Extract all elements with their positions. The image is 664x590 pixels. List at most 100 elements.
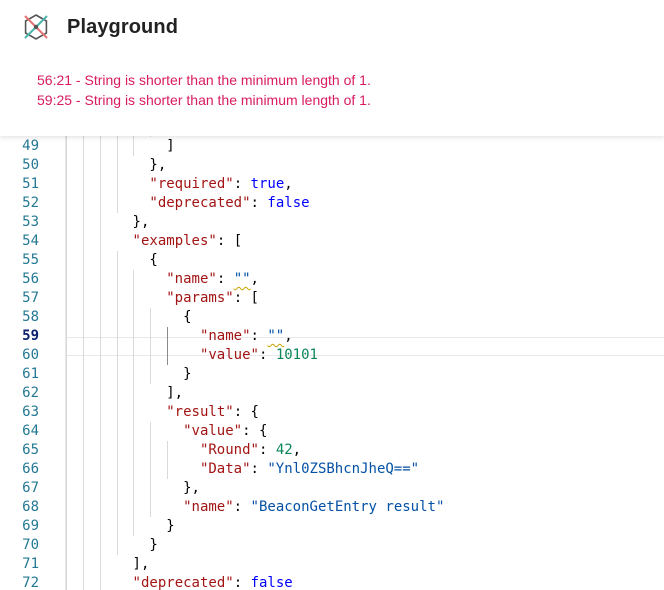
code-line[interactable]: 56 "name": "", bbox=[0, 270, 664, 289]
code-line[interactable]: 69} bbox=[0, 517, 664, 536]
code-line[interactable]: 62], bbox=[0, 384, 664, 403]
code-token: { bbox=[149, 252, 158, 268]
code-token: : bbox=[233, 575, 251, 590]
line-number: 52 bbox=[22, 195, 39, 211]
code-line[interactable]: 57 "params": [ bbox=[0, 289, 664, 308]
code-text[interactable]: } bbox=[149, 536, 157, 555]
code-lines[interactable]: 4748"object"49]50},51"required": true,52… bbox=[0, 110, 664, 590]
code-token: "name" bbox=[183, 499, 234, 515]
code-line[interactable]: 70} bbox=[0, 536, 664, 555]
code-token: : { bbox=[242, 423, 268, 439]
code-token: true bbox=[250, 176, 285, 192]
code-line[interactable]: 55 { bbox=[0, 251, 664, 270]
code-token: : [ bbox=[233, 290, 259, 306]
line-number: 54 bbox=[22, 233, 39, 249]
line-number: 64 bbox=[22, 423, 39, 439]
code-text[interactable]: ], bbox=[133, 555, 150, 574]
code-text[interactable]: "value": 10101 bbox=[200, 346, 318, 365]
line-number: 63 bbox=[22, 404, 39, 420]
code-token: } bbox=[166, 518, 175, 534]
code-text[interactable]: "required": true, bbox=[149, 175, 292, 194]
line-number: 51 bbox=[22, 176, 39, 192]
code-line[interactable]: 59 "name": "", bbox=[0, 327, 664, 346]
code-text[interactable]: "name": "", bbox=[200, 327, 293, 346]
code-line[interactable]: 66 "Data": "Ynl0ZSBhcnJheQ==" bbox=[0, 460, 664, 479]
code-text[interactable]: "Data": "Ynl0ZSBhcnJheQ==" bbox=[200, 460, 419, 479]
code-text[interactable]: "name": "BeaconGetEntry result" bbox=[183, 498, 444, 517]
code-token: "deprecated" bbox=[132, 575, 234, 590]
code-token: "name" bbox=[199, 328, 251, 344]
code-text[interactable]: "Round": 42, bbox=[200, 441, 301, 460]
code-token: "deprecated" bbox=[149, 195, 251, 211]
code-line[interactable]: 64 "value": { bbox=[0, 422, 664, 441]
code-token: ], bbox=[132, 556, 150, 572]
code-text[interactable]: } bbox=[183, 365, 191, 384]
line-number: 55 bbox=[22, 252, 39, 268]
code-token: }, bbox=[183, 480, 200, 496]
code-text[interactable]: "deprecated": false bbox=[133, 574, 293, 590]
code-line[interactable]: 51 "required": true, bbox=[0, 175, 664, 194]
code-text[interactable]: }, bbox=[149, 156, 166, 175]
app-header: Playground 56:21 - String is shorter tha… bbox=[0, 0, 664, 136]
code-token: : bbox=[233, 499, 251, 515]
code-token: 42 bbox=[275, 442, 293, 458]
code-token: , bbox=[250, 271, 259, 287]
line-number: 61 bbox=[22, 366, 39, 382]
code-text[interactable]: "name": "", bbox=[166, 270, 259, 289]
code-text[interactable]: "examples": [ bbox=[133, 232, 243, 251]
error-message[interactable]: 59:25 - String is shorter than the minim… bbox=[37, 92, 371, 112]
code-text[interactable]: "result": { bbox=[166, 403, 259, 422]
code-line[interactable]: 60 "value": 10101 bbox=[0, 346, 664, 365]
line-number: 67 bbox=[22, 480, 39, 496]
code-token: "Data" bbox=[199, 461, 251, 477]
code-text[interactable]: ] bbox=[166, 137, 174, 156]
line-number: 65 bbox=[22, 442, 39, 458]
code-editor[interactable]: 4748"object"49]50},51"required": true,52… bbox=[0, 110, 664, 590]
code-text[interactable]: } bbox=[166, 517, 174, 536]
code-token: "Ynl0ZSBhcnJheQ==" bbox=[267, 461, 420, 477]
error-message[interactable]: 56:21 - String is shorter than the minim… bbox=[37, 72, 371, 92]
code-token: , bbox=[284, 176, 293, 192]
code-line[interactable]: 67}, bbox=[0, 479, 664, 498]
code-token: "Round" bbox=[199, 442, 259, 458]
code-line[interactable]: 61} bbox=[0, 365, 664, 384]
code-line[interactable]: 52 "deprecated": false bbox=[0, 194, 664, 213]
code-line[interactable]: 58 { bbox=[0, 308, 664, 327]
code-token: "name" bbox=[166, 271, 217, 287]
code-line[interactable]: 63 "result": { bbox=[0, 403, 664, 422]
code-line[interactable]: 53}, bbox=[0, 213, 664, 232]
line-number: 72 bbox=[22, 575, 39, 590]
validation-error-token: "" bbox=[267, 328, 285, 344]
code-token: false bbox=[267, 195, 310, 211]
line-number: 56 bbox=[22, 271, 39, 287]
code-text[interactable]: ], bbox=[166, 384, 183, 403]
code-text[interactable]: { bbox=[183, 308, 191, 327]
code-text[interactable]: "value": { bbox=[183, 422, 267, 441]
code-token: : bbox=[258, 442, 276, 458]
code-line[interactable]: 50}, bbox=[0, 156, 664, 175]
code-line[interactable]: 54 "examples": [ bbox=[0, 232, 664, 251]
code-line[interactable]: 71], bbox=[0, 555, 664, 574]
code-text[interactable]: }, bbox=[133, 213, 150, 232]
code-line[interactable]: 65 "Round": 42, bbox=[0, 441, 664, 460]
code-text[interactable]: { bbox=[149, 251, 157, 270]
code-token: "examples" bbox=[132, 233, 217, 249]
code-text[interactable]: "params": [ bbox=[166, 289, 259, 308]
code-token: { bbox=[183, 309, 192, 325]
line-number: 68 bbox=[22, 499, 39, 515]
code-token: , bbox=[292, 442, 302, 458]
line-number: 60 bbox=[22, 347, 39, 363]
code-token: : bbox=[258, 347, 276, 363]
code-line[interactable]: 68 "name": "BeaconGetEntry result" bbox=[0, 498, 664, 517]
line-number: 53 bbox=[22, 214, 39, 230]
code-text[interactable]: "deprecated": false bbox=[149, 194, 309, 213]
code-line[interactable]: 72 "deprecated": false bbox=[0, 574, 664, 590]
code-token: "value" bbox=[199, 347, 259, 363]
code-token: : bbox=[250, 195, 268, 211]
code-line[interactable]: 49] bbox=[0, 137, 664, 156]
code-token: "required" bbox=[149, 176, 234, 192]
validation-error-token: "" bbox=[233, 271, 251, 287]
code-token: false bbox=[250, 575, 293, 590]
code-text[interactable]: }, bbox=[183, 479, 200, 498]
line-number: 71 bbox=[22, 556, 39, 572]
